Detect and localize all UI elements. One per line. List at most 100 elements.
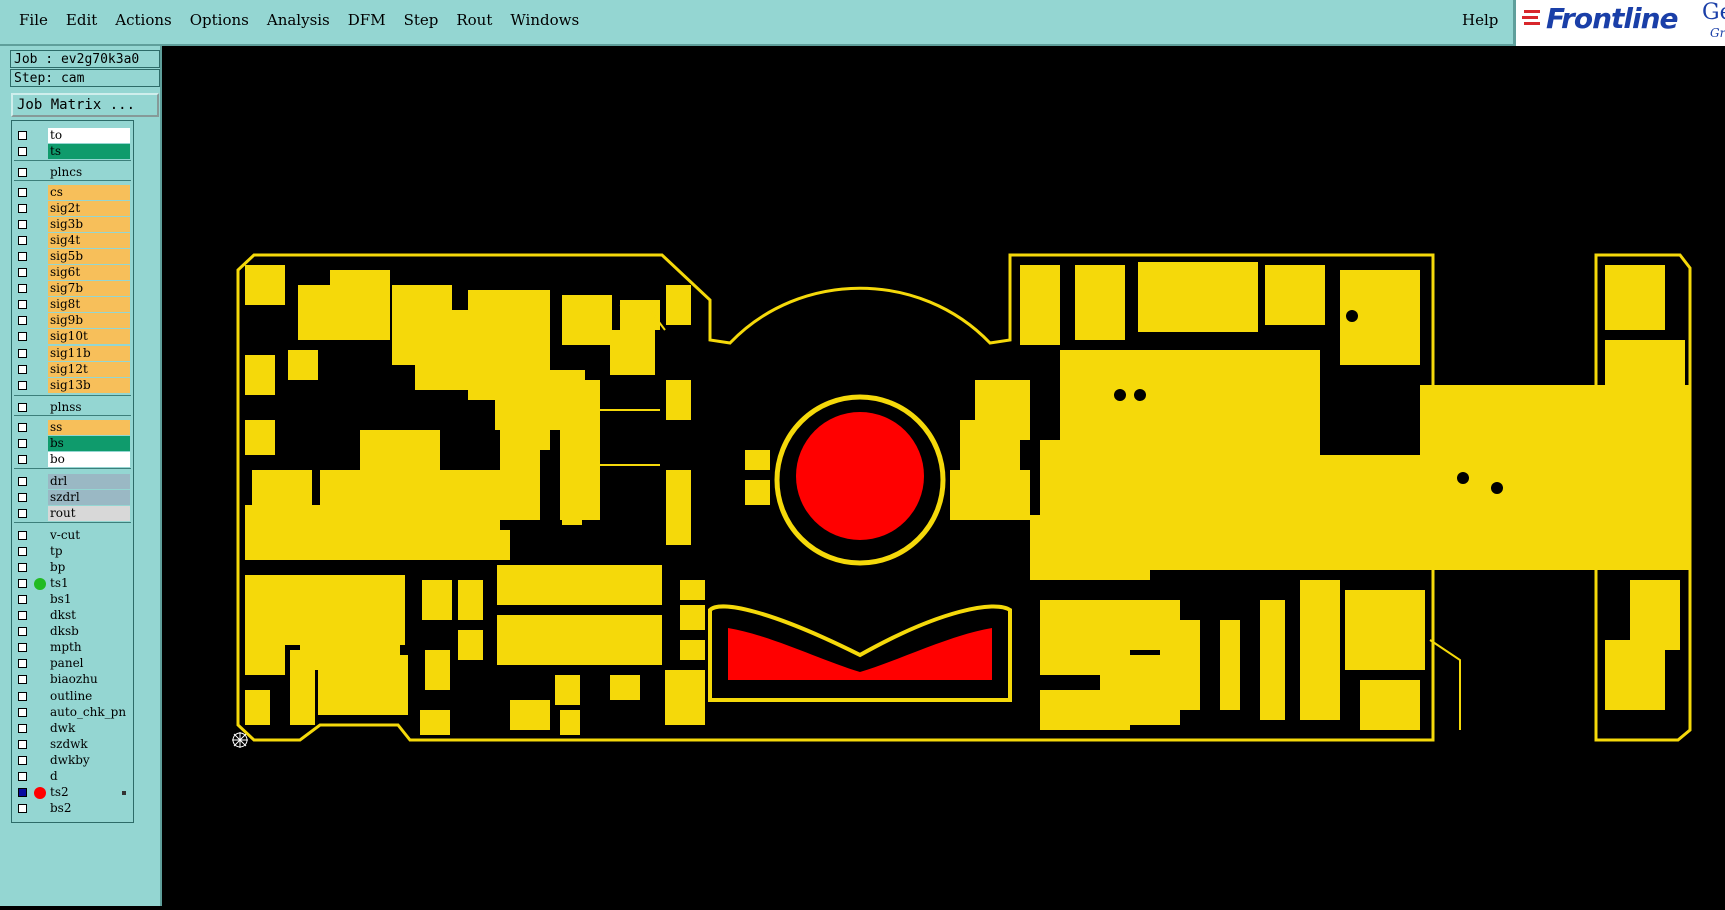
help-menu[interactable]: Help [1462,10,1498,30]
layer-name[interactable]: d [48,768,130,784]
layer-row-biaozhu[interactable]: biaozhu [14,672,132,688]
layer-row-sig9b[interactable]: sig9b [14,313,132,329]
layer-row-ss[interactable]: ss [14,420,132,436]
layer-checkbox[interactable] [18,723,27,733]
layer-row-ts[interactable]: ts [14,144,132,160]
layer-row-sig12t[interactable]: sig12t [14,361,132,378]
layer-name[interactable]: bp [48,560,130,576]
layer-row-bs[interactable]: bs [14,436,132,452]
layer-name[interactable]: sig12t [48,361,130,377]
layer-checkbox[interactable] [18,168,27,177]
layer-checkbox[interactable] [18,268,27,278]
layer-checkbox[interactable] [18,364,27,374]
layer-row-rout[interactable]: rout [14,506,132,522]
layer-checkbox[interactable] [18,147,27,157]
layer-checkbox[interactable] [18,332,27,342]
layer-name[interactable]: ts [48,144,130,160]
layer-checkbox[interactable] [18,787,27,797]
layer-name[interactable]: rout [48,506,130,522]
layer-row-ts2[interactable]: ts2 [14,784,132,801]
layer-name[interactable]: dwk [48,720,130,736]
layer-row-sig11b[interactable]: sig11b [14,345,132,362]
layer-row-sig5b[interactable]: sig5b [14,249,132,265]
menu-file[interactable]: File [10,10,57,30]
layer-checkbox[interactable] [18,627,27,637]
layer-checkbox[interactable] [18,803,27,813]
layer-name[interactable]: sig11b [48,345,130,361]
layer-name[interactable]: dkst [48,608,130,624]
layer-row-szdwk[interactable]: szdwk [14,736,132,753]
layer-row-d[interactable]: d [14,768,132,785]
menu-actions[interactable]: Actions [106,10,180,30]
layer-checkbox[interactable] [18,691,27,701]
layer-row-sig4t[interactable]: sig4t [14,233,132,249]
layer-name[interactable]: sig2t [48,201,130,217]
layer-checkbox[interactable] [18,455,27,465]
layer-checkbox[interactable] [18,131,27,140]
layer-name[interactable]: sig3b [48,217,130,233]
layer-row-auto_chk_pn[interactable]: auto_chk_pn [14,704,132,721]
layer-row-sig6t[interactable]: sig6t [14,265,132,281]
layer-row-bp[interactable]: bp [14,560,132,576]
layer-name[interactable]: sig4t [48,233,130,249]
menu-analysis[interactable]: Analysis [258,10,339,30]
layer-row-dwk[interactable]: dwk [14,720,132,737]
pcb-board-view[interactable] [162,46,1725,906]
layer-checkbox[interactable] [18,423,27,432]
layer-row-panel[interactable]: panel [14,656,132,672]
layer-name[interactable]: ss [48,420,130,435]
layer-checkbox[interactable] [18,595,27,605]
layer-name[interactable]: plncs [48,165,130,180]
layer-row-sig13b[interactable]: sig13b [14,377,132,394]
layer-name[interactable]: panel [48,656,130,672]
layer-name[interactable]: sig10t [48,329,130,345]
layer-row-bs1[interactable]: bs1 [14,592,132,608]
layer-name[interactable]: tp [48,544,130,560]
layer-name[interactable]: sig8t [48,297,130,313]
layer-name[interactable]: ts2 [48,784,130,800]
layer-checkbox[interactable] [18,755,27,765]
layer-checkbox[interactable] [18,220,27,230]
layer-name[interactable]: v-cut [48,528,130,543]
layer-checkbox[interactable] [18,531,27,540]
layer-checkbox[interactable] [18,659,27,669]
layer-checkbox[interactable] [18,204,27,214]
layer-checkbox[interactable] [18,477,27,486]
layer-name[interactable]: sig7b [48,281,130,297]
layer-row-ts1[interactable]: ts1 [14,576,132,592]
layer-checkbox[interactable] [18,579,27,589]
layer-row-tp[interactable]: tp [14,544,132,560]
layer-checkbox[interactable] [18,509,27,519]
layer-name[interactable]: dksb [48,624,130,640]
layer-checkbox[interactable] [18,771,27,781]
layer-row-plnss[interactable]: plnss [14,400,132,416]
layer-name[interactable]: bs2 [48,800,130,816]
menu-dfm[interactable]: DFM [339,10,395,30]
layer-row-bo[interactable]: bo [14,452,132,468]
menu-options[interactable]: Options [181,10,258,30]
menu-windows[interactable]: Windows [501,10,588,30]
layer-checkbox[interactable] [18,236,27,246]
layer-row-cs[interactable]: cs [14,185,132,201]
layer-row-szdrl[interactable]: szdrl [14,490,132,506]
layer-name[interactable]: sig5b [48,249,130,265]
layer-checkbox[interactable] [18,493,27,503]
layer-row-sig8t[interactable]: sig8t [14,297,132,313]
layer-row-outline[interactable]: outline [14,688,132,705]
layer-name[interactable]: plnss [48,400,130,415]
layer-row-sig3b[interactable]: sig3b [14,217,132,233]
layer-checkbox[interactable] [18,707,27,717]
layer-name[interactable]: ts1 [48,576,130,592]
layer-checkbox[interactable] [18,547,27,557]
layer-name[interactable]: cs [48,185,130,200]
layer-checkbox[interactable] [18,739,27,749]
layer-name[interactable]: biaozhu [48,672,130,688]
layer-name[interactable]: auto_chk_pn [48,704,130,720]
layer-name[interactable]: sig9b [48,313,130,329]
layer-name[interactable]: sig13b [48,377,130,393]
layer-name[interactable]: outline [48,688,130,704]
layer-row-plncs[interactable]: plncs [14,165,132,181]
menu-rout[interactable]: Rout [447,10,501,30]
layer-row-dwkby[interactable]: dwkby [14,752,132,769]
layer-row-sig2t[interactable]: sig2t [14,201,132,217]
